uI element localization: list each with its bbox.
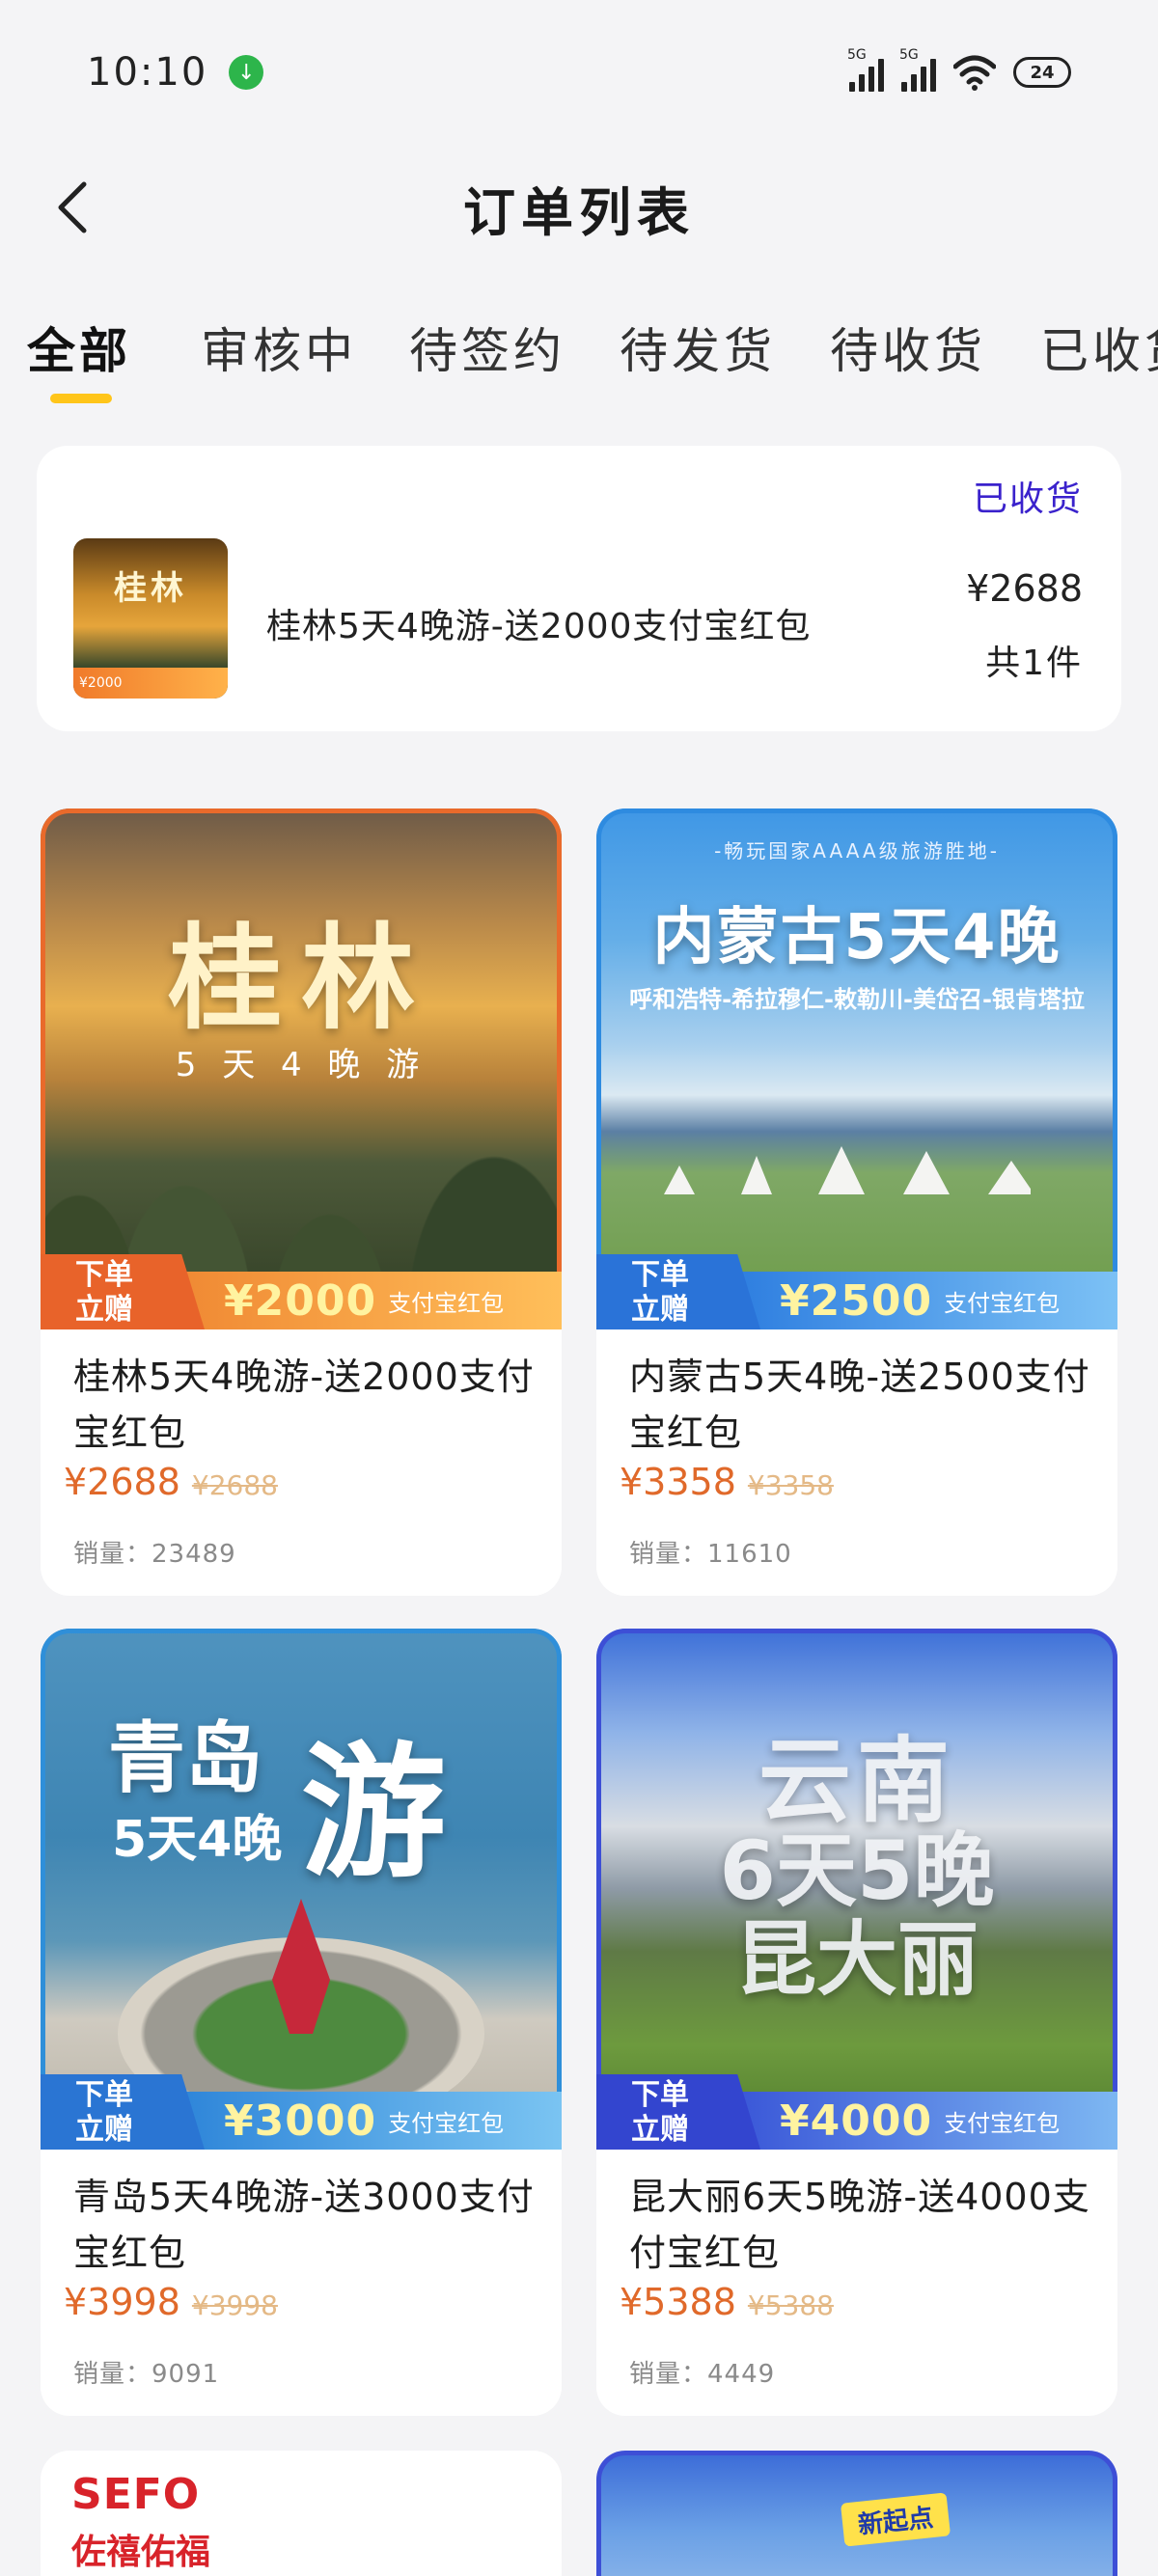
promo-tag-line: 立赠 [75, 2113, 133, 2147]
download-indicator-icon: ↓ [229, 55, 264, 90]
promo-amount: ¥4000 [780, 2096, 933, 2146]
battery-level: 24 [1030, 62, 1055, 83]
product-price: ¥5388 ¥5388 [620, 2281, 834, 2323]
promo-band: ¥3000 支付宝红包 [185, 2092, 562, 2150]
promo-band: ¥2000 支付宝红包 [185, 1272, 562, 1329]
sales-count: 销量：4449 [629, 2360, 776, 2389]
status-bar: 10:10 ↓ 5G 5G 24 [0, 0, 1158, 145]
promo-tag-line: 下单 [75, 2078, 133, 2112]
header: 订单列表 [0, 145, 1158, 270]
product-price: ¥2688 ¥2688 [64, 1461, 278, 1503]
product-name: 昆大丽6天5晚游-送4000支付宝红包 [629, 2176, 1090, 2274]
order-thumbnail: 桂林 ¥2000 [73, 538, 228, 699]
tab-pending-sign[interactable]: 待签约 [409, 313, 565, 382]
current-price: ¥3998 [64, 2281, 180, 2323]
tab-indicator [50, 394, 112, 403]
promo-tag: 下单 立赠 [596, 1254, 760, 1329]
product-card-partial[interactable]: SEFO 佐禧佑福 [41, 2451, 562, 2576]
current-price: ¥2688 [64, 1461, 180, 1503]
battery-icon: 24 [1013, 57, 1071, 88]
original-price: ¥2688 [191, 1469, 278, 1501]
promo-tag-line: 下单 [631, 1258, 689, 1292]
product-card[interactable]: 桂林 5 天 4 晚 游 ¥2000 支付宝红包 下单 立赠 桂林5天4晚游-送… [41, 808, 562, 1596]
promo-tag-line: 立赠 [631, 2113, 689, 2147]
promo-amount: ¥3000 [224, 2096, 377, 2146]
promo-label: 支付宝红包 [388, 2109, 505, 2137]
promo-amount: ¥2000 [224, 1275, 377, 1326]
signal-label: 5G [847, 47, 867, 63]
image-border [596, 808, 1117, 1329]
order-name: 桂林5天4晚游-送2000支付宝红包 [266, 607, 812, 646]
product-card[interactable]: 青岛 游 5天4晚 ¥3000 支付宝红包 下单 立赠 青岛5天4晚游-送300… [41, 1629, 562, 2416]
promo-banner: ¥3000 支付宝红包 下单 立赠 [41, 2074, 562, 2150]
page-title: 订单列表 [463, 181, 695, 243]
product-card[interactable]: -畅玩国家AAAA级旅游胜地- 内蒙古5天4晚 呼和浩特-希拉穆仁-敕勒川-美岱… [596, 808, 1117, 1596]
current-price: ¥5388 [620, 2281, 736, 2323]
promo-amount: ¥2500 [780, 1275, 933, 1326]
product-image: 桂林 5 天 4 晚 游 [41, 808, 562, 1329]
signal-icon: 5G [899, 47, 936, 92]
product-image: -畅玩国家AAAA级旅游胜地- 内蒙古5天4晚 呼和浩特-希拉穆仁-敕勒川-美岱… [596, 808, 1117, 1329]
promo-label: 支付宝红包 [944, 2109, 1061, 2137]
partial-badge: 新起点 [840, 2492, 951, 2547]
thumbnail-badge: ¥2000 [73, 668, 228, 699]
tab-under-review[interactable]: 审核中 [201, 313, 357, 382]
product-name: 青岛5天4晚游-送3000支付宝红包 [73, 2176, 535, 2274]
order-status-tabs: 全部 审核中 待签约 待发货 待收货 已收货 [0, 289, 1158, 415]
wifi-icon [953, 55, 996, 91]
promo-tag: 下单 立赠 [596, 2074, 760, 2150]
product-image: 青岛 游 5天4晚 [41, 1629, 562, 2150]
order-card[interactable]: 已收货 桂林 ¥2000 桂林5天4晚游-送2000支付宝红包 ¥2688 共1… [37, 446, 1121, 731]
sales-count: 销量：23489 [73, 1540, 236, 1569]
image-border [41, 1629, 562, 2150]
order-quantity: 共1件 [985, 644, 1083, 683]
status-time: 10:10 [87, 50, 208, 95]
tab-pending-ship[interactable]: 待发货 [620, 313, 776, 382]
product-price: ¥3358 ¥3358 [620, 1461, 834, 1503]
promo-tag-line: 下单 [631, 2078, 689, 2112]
brand-logo-subtext: 佐禧佑福 [71, 2533, 211, 2572]
image-border [596, 1629, 1117, 2150]
promo-tag: 下单 立赠 [41, 1254, 205, 1329]
back-button[interactable] [39, 174, 106, 241]
status-icons: 5G 5G 24 [847, 47, 1071, 92]
promo-band: ¥4000 支付宝红包 [741, 2092, 1117, 2150]
original-price: ¥5388 [747, 2289, 834, 2321]
current-price: ¥3358 [620, 1461, 736, 1503]
promo-label: 支付宝红包 [944, 1289, 1061, 1317]
order-price: ¥2688 [966, 567, 1083, 610]
promo-banner: ¥2000 支付宝红包 下单 立赠 [41, 1254, 562, 1329]
image-border [41, 808, 562, 1329]
promo-banner: ¥4000 支付宝红包 下单 立赠 [596, 2074, 1117, 2150]
tab-pending-receive[interactable]: 待收货 [830, 313, 986, 382]
product-price: ¥3998 ¥3998 [64, 2281, 278, 2323]
promo-banner: ¥2500 支付宝红包 下单 立赠 [596, 1254, 1117, 1329]
original-price: ¥3998 [191, 2289, 278, 2321]
promo-label: 支付宝红包 [388, 1289, 505, 1317]
brand-logo-text: SEFO [71, 2470, 201, 2519]
tab-all[interactable]: 全部 [27, 313, 131, 382]
promo-tag-line: 立赠 [75, 1293, 133, 1327]
promo-tag: 下单 立赠 [41, 2074, 205, 2150]
thumbnail-title: 桂林 [114, 569, 187, 608]
promo-tag-line: 立赠 [631, 1293, 689, 1327]
tab-received[interactable]: 已收货 [1040, 313, 1158, 382]
product-card-partial[interactable]: 新起点 [596, 2451, 1117, 2576]
sales-count: 销量：9091 [73, 2360, 220, 2389]
signal-icon: 5G [847, 47, 884, 92]
promo-tag-line: 下单 [75, 1258, 133, 1292]
original-price: ¥3358 [747, 1469, 834, 1501]
product-name: 内蒙古5天4晚-送2500支付宝红包 [629, 1356, 1090, 1454]
product-image: 云南 6天5晚 昆大丽 [596, 1629, 1117, 2150]
promo-band: ¥2500 支付宝红包 [741, 1272, 1117, 1329]
sales-count: 销量：11610 [629, 1540, 792, 1569]
chevron-left-icon [58, 181, 87, 233]
product-card[interactable]: 云南 6天5晚 昆大丽 ¥4000 支付宝红包 下单 立赠 昆大丽6天5晚游-送… [596, 1629, 1117, 2416]
order-status: 已收货 [972, 480, 1083, 519]
signal-label: 5G [899, 47, 919, 63]
product-name: 桂林5天4晚游-送2000支付宝红包 [73, 1356, 535, 1454]
